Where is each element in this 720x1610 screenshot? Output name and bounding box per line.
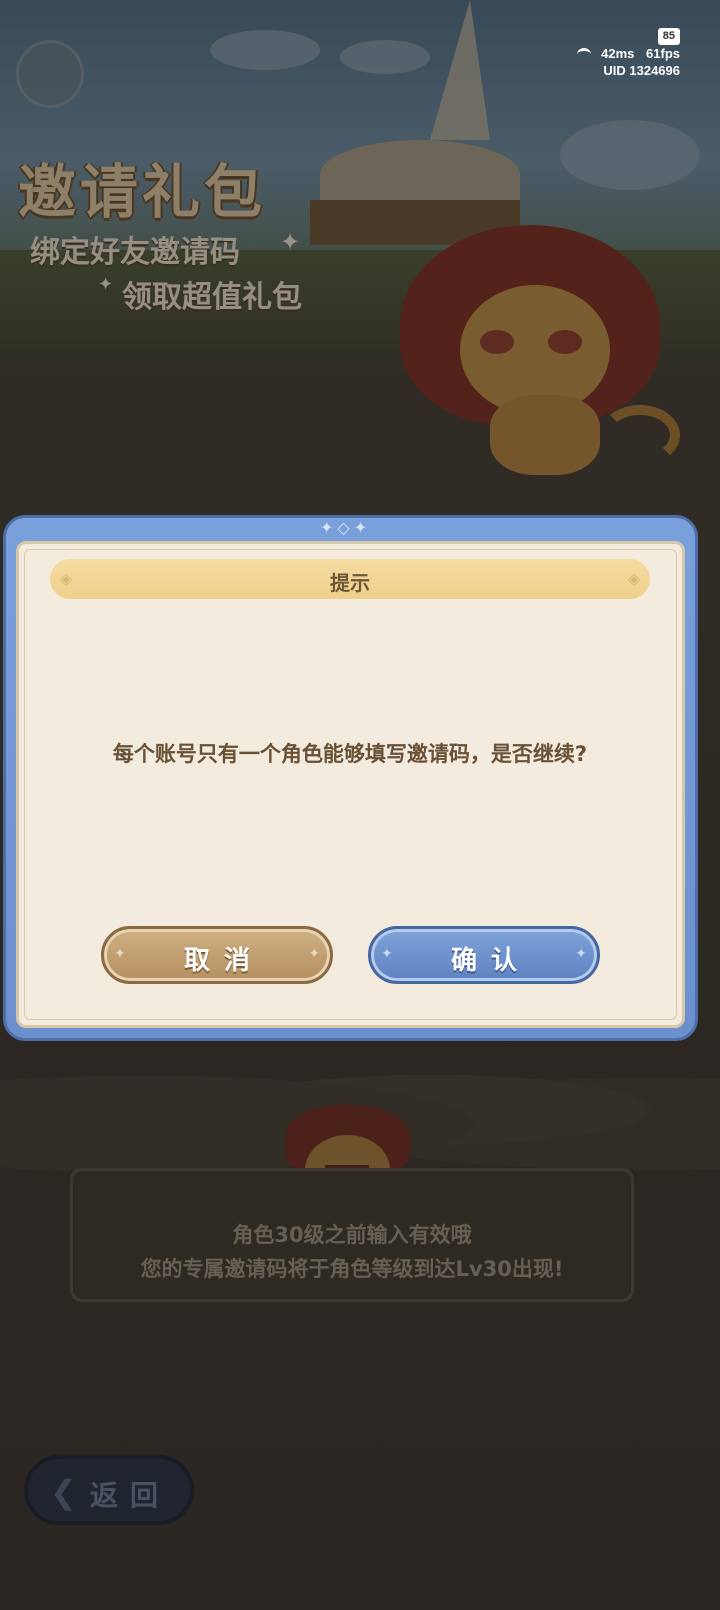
cancel-button-label: 取消 [183, 946, 264, 976]
uid-label: UID 1324696 [603, 63, 680, 78]
network-status-overlay: 85 42ms 61fps UID 1324696 [569, 26, 680, 79]
dialog-title-bar: ◈ 提示 ◈ [50, 559, 650, 599]
diamond-ornament-icon: ◈ [627, 569, 640, 588]
ping-value: 42ms [601, 46, 635, 61]
dialog-message: 每个账号只有一个角色能够填写邀请码，是否继续? [112, 742, 588, 766]
dialog-ornament-icon: ✦◇✦ [320, 518, 372, 537]
sparkle-icon: ✦ [308, 946, 320, 962]
battery-level: 85 [657, 28, 680, 45]
fps-value: 61fps [646, 46, 680, 61]
wifi-icon [577, 48, 592, 61]
confirm-button[interactable]: ✦ 确认 ✦ [368, 926, 600, 984]
cancel-button[interactable]: ✦ 取消 ✦ [101, 926, 333, 984]
sparkle-icon: ✦ [575, 946, 587, 962]
dialog-title: 提示 [330, 571, 370, 595]
confirm-button-label: 确认 [450, 946, 531, 976]
